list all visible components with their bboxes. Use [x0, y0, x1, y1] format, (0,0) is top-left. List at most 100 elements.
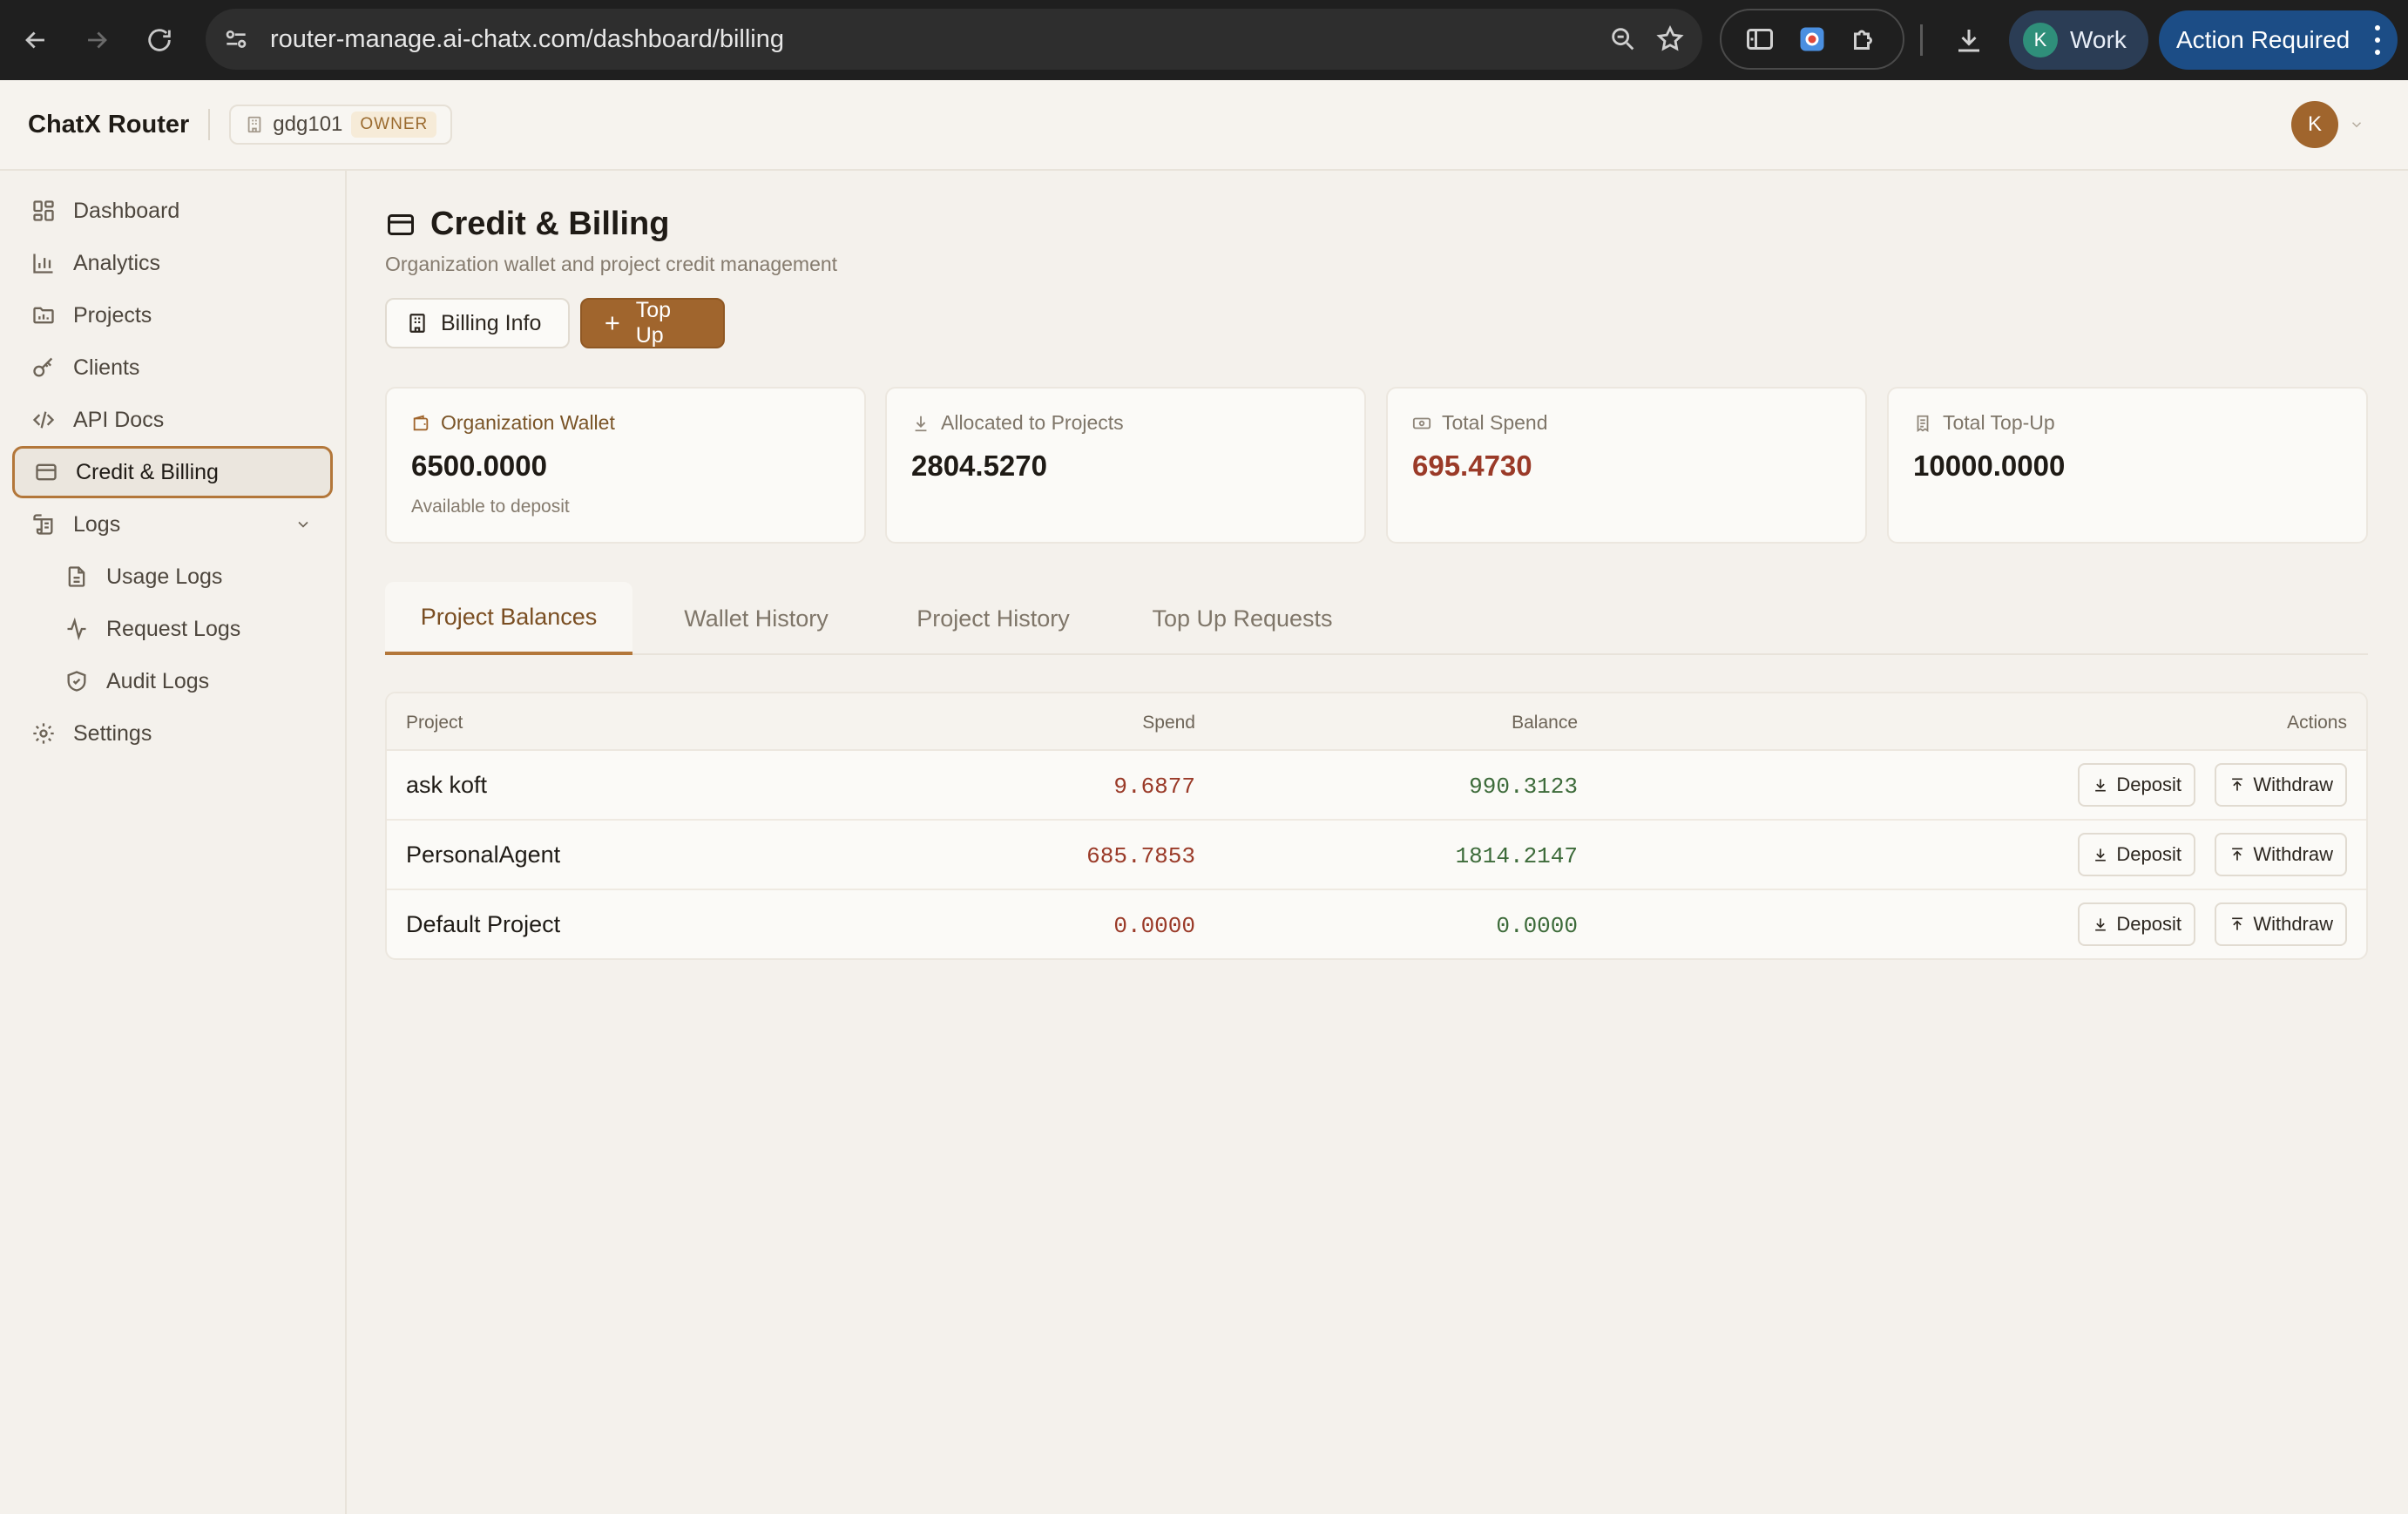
sidebar-item-usage-logs[interactable]: Usage Logs — [45, 551, 333, 603]
project-balances-table: Project Spend Balance Actions ask koft 9… — [385, 692, 2368, 960]
table-row: Default Project 0.0000 0.0000 Deposit Wi… — [387, 890, 2366, 958]
bookmark-star-icon[interactable] — [1655, 24, 1685, 54]
sidebar-item-api-docs[interactable]: API Docs — [12, 394, 333, 446]
sidebar-item-logs[interactable]: Logs — [12, 498, 333, 551]
withdraw-button[interactable]: Withdraw — [2215, 902, 2347, 946]
withdraw-label: Withdraw — [2253, 774, 2333, 795]
page-title-row: Credit & Billing — [385, 206, 669, 243]
tab-wallet-history[interactable]: Wallet History — [632, 582, 880, 655]
table-header: Project Spend Balance Actions — [387, 693, 2366, 751]
upload-icon — [2232, 848, 2243, 861]
project-name: Default Project — [406, 911, 561, 937]
chevron-down-icon[interactable] — [2349, 117, 2364, 132]
file-text-icon — [68, 566, 85, 587]
card-note: Available to deposit — [411, 497, 570, 517]
project-balance: 1814.2147 — [1455, 843, 1578, 869]
back-button[interactable] — [10, 15, 61, 65]
sidebar-item-label: Analytics — [73, 250, 161, 275]
project-spend: 0.0000 — [1113, 913, 1195, 939]
kebab-menu-icon[interactable] — [2371, 25, 2384, 55]
zoom-icon[interactable] — [1608, 24, 1638, 54]
building-icon — [409, 314, 425, 333]
billing-tabs: Project Balances Wallet History Project … — [385, 582, 2368, 655]
project-name: PersonalAgent — [406, 841, 561, 868]
credit-card-icon — [388, 213, 414, 235]
user-avatar[interactable]: K — [2291, 101, 2338, 148]
puzzle-icon[interactable] — [1849, 24, 1880, 55]
activity-icon — [67, 617, 86, 641]
action-required-button[interactable]: Action Required — [2159, 10, 2398, 70]
project-name: ask koft — [406, 772, 488, 798]
app-header: ChatX Router gdg101 OWNER K — [0, 80, 2408, 171]
sidebar-item-analytics[interactable]: Analytics — [12, 237, 333, 289]
upload-icon — [2232, 917, 2243, 930]
sidebar-item-settings[interactable]: Settings — [12, 707, 333, 760]
brand-name[interactable]: ChatX Router — [28, 111, 189, 139]
building-icon — [247, 116, 261, 133]
withdraw-button[interactable]: Withdraw — [2215, 833, 2347, 876]
grid-icon — [33, 200, 54, 221]
sidebar: Dashboard Analytics Projects Clients API… — [0, 171, 347, 1514]
column-header-actions: Actions — [2287, 713, 2347, 733]
downloads-button[interactable] — [1945, 16, 1993, 64]
upload-icon — [2232, 778, 2243, 791]
arrow-right-icon — [88, 31, 107, 49]
sidebar-item-request-logs[interactable]: Request Logs — [45, 603, 333, 655]
sidebar-item-clients[interactable]: Clients — [12, 341, 333, 394]
card-label: Total Spend — [1442, 411, 1548, 434]
card-value: 10000.0000 — [1913, 449, 2066, 482]
sidebar-item-label: Clients — [73, 355, 140, 380]
billing-info-button[interactable]: Billing Info — [385, 298, 570, 348]
sidebar-item-label: Projects — [73, 302, 152, 328]
sidebar-item-audit-logs[interactable]: Audit Logs — [45, 655, 333, 707]
extension-record-icon[interactable] — [1796, 24, 1828, 55]
address-bar[interactable]: router-manage.ai-chatx.com/dashboard/bil… — [206, 9, 1702, 70]
deposit-button[interactable]: Deposit — [2078, 902, 2195, 946]
shield-check-icon — [67, 671, 86, 692]
stat-card-total-spend: Total Spend 695.4730 — [1386, 387, 1867, 544]
column-header-balance: Balance — [1512, 713, 1578, 733]
project-balance: 990.3123 — [1469, 774, 1578, 800]
receipt-icon — [1917, 415, 1929, 432]
withdraw-button[interactable]: Withdraw — [2215, 763, 2347, 807]
top-up-label: Top Up — [635, 298, 672, 348]
project-balance: 0.0000 — [1496, 913, 1578, 939]
chevron-down-icon[interactable] — [294, 516, 312, 533]
extensions-group — [1720, 9, 1904, 70]
top-up-button[interactable]: Top Up — [580, 298, 725, 348]
download-icon — [2095, 918, 2107, 931]
sidebar-item-label: Credit & Billing — [76, 459, 219, 484]
tab-project-history[interactable]: Project History — [869, 582, 1117, 655]
page-title: Credit & Billing — [430, 206, 670, 242]
project-spend: 685.7853 — [1086, 843, 1195, 869]
sidebar-item-dashboard[interactable]: Dashboard — [12, 185, 333, 237]
sidebar-item-label: Settings — [73, 720, 152, 746]
role-badge: OWNER — [351, 112, 437, 138]
sidebar-item-label: Usage Logs — [106, 564, 223, 589]
org-switcher[interactable]: gdg101 OWNER — [229, 105, 453, 145]
deposit-button[interactable]: Deposit — [2078, 763, 2195, 807]
withdraw-label: Withdraw — [2253, 913, 2333, 935]
header-divider — [208, 109, 211, 140]
sidebar-item-credit-billing[interactable]: Credit & Billing — [12, 446, 333, 498]
tune-icon — [226, 30, 247, 48]
download-icon — [2095, 848, 2107, 862]
withdraw-label: Withdraw — [2253, 843, 2333, 865]
tab-top-up-requests[interactable]: Top Up Requests — [1103, 582, 1382, 655]
sidebar-item-projects[interactable]: Projects — [12, 289, 333, 341]
sidebar-item-label: Audit Logs — [106, 668, 210, 693]
deposit-label: Deposit — [2116, 843, 2181, 865]
tab-project-balances[interactable]: Project Balances — [385, 582, 632, 655]
deposit-label: Deposit — [2116, 774, 2181, 795]
site-info-button[interactable] — [206, 9, 267, 70]
gear-icon — [33, 723, 54, 744]
extension-sidepanel-icon[interactable] — [1744, 24, 1776, 55]
arrow-left-icon — [25, 31, 44, 49]
profile-button[interactable]: K Work — [2009, 10, 2148, 70]
reload-button[interactable] — [134, 15, 185, 65]
deposit-button[interactable]: Deposit — [2078, 833, 2195, 876]
sidebar-item-label: Request Logs — [106, 616, 241, 641]
banknote-icon — [1412, 417, 1431, 429]
folder-chart-icon — [33, 307, 54, 324]
forward-button[interactable] — [71, 15, 122, 65]
